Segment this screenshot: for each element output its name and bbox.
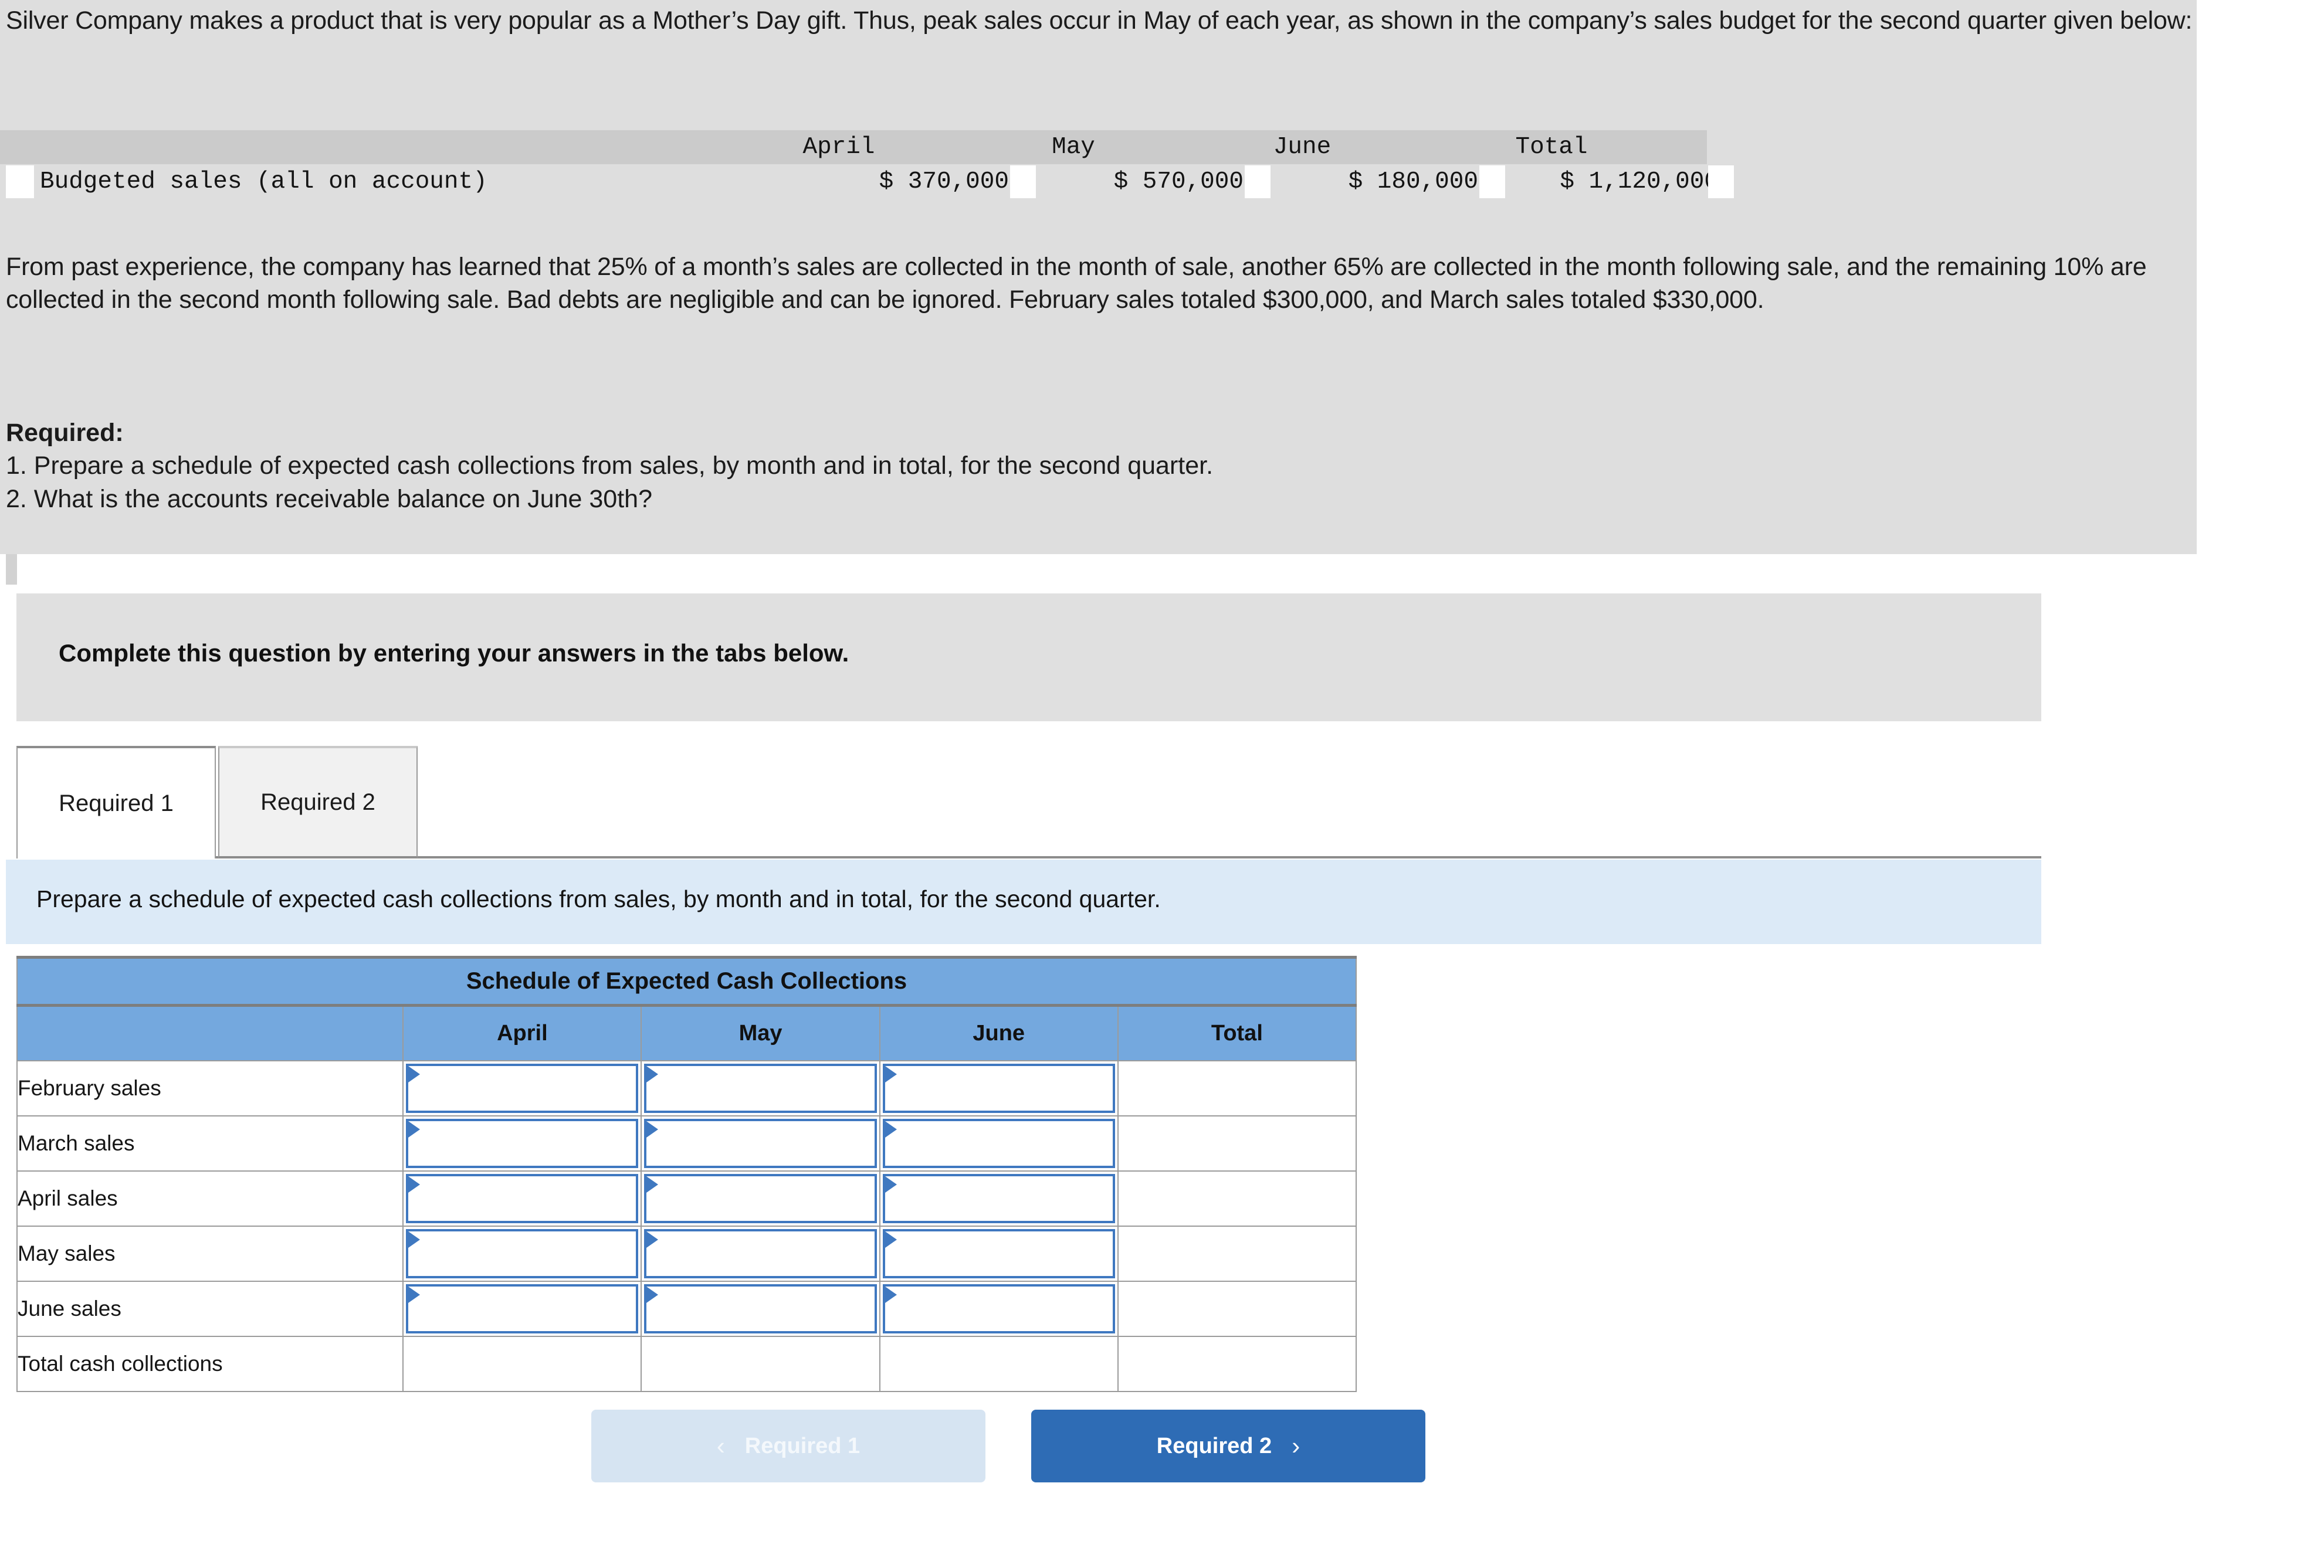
row-label-june-sales: June sales <box>16 1280 404 1337</box>
input-may-june[interactable] <box>882 1228 1115 1278</box>
input-march-may[interactable] <box>644 1118 877 1168</box>
problem-intro-text: Silver Company makes a product that is v… <box>6 6 2193 35</box>
table-row: February sales <box>16 1060 1357 1116</box>
cell-total-total <box>1117 1335 1357 1392</box>
chevron-left-icon: ‹ <box>716 1432 725 1460</box>
cell-march-june[interactable] <box>879 1115 1119 1172</box>
cell-february-april[interactable] <box>402 1060 642 1116</box>
tab-required-2-label: Required 2 <box>260 789 375 815</box>
input-march-april[interactable] <box>406 1118 639 1168</box>
budgeted-sales-table: April May June Total Budgeted sales (all… <box>0 130 1736 203</box>
cell-may-june[interactable] <box>879 1225 1119 1282</box>
input-june-june[interactable] <box>882 1284 1115 1333</box>
schedule-col-june: June <box>879 1004 1119 1061</box>
row-notch <box>6 165 34 198</box>
budget-value-total: $ 1,120,000 <box>1560 168 1719 195</box>
budget-gap-total <box>1708 165 1734 198</box>
cell-march-april[interactable] <box>402 1115 642 1172</box>
required-heading: Required: <box>6 419 124 447</box>
schedule-title-row: Schedule of Expected Cash Collections <box>16 956 1357 1006</box>
budgeted-sales-row: Budgeted sales (all on account) $ 370,00… <box>0 164 1736 201</box>
schedule-corner-cell <box>16 1004 404 1061</box>
input-march-june[interactable] <box>882 1118 1115 1168</box>
budget-value-april: $ 370,000 <box>879 168 1009 195</box>
input-april-may[interactable] <box>644 1173 877 1223</box>
input-february-may[interactable] <box>644 1063 877 1113</box>
complete-question-text: Complete this question by entering your … <box>59 639 849 667</box>
cell-june-june[interactable] <box>879 1280 1119 1337</box>
panel-left-tail-marker <box>6 554 17 585</box>
collection-policy-text: From past experience, the company has le… <box>6 253 2147 314</box>
cell-february-may[interactable] <box>641 1060 880 1116</box>
cell-april-april[interactable] <box>402 1170 642 1227</box>
table-row-total: Total cash collections <box>16 1335 1357 1392</box>
budget-col-june: June <box>1273 134 1332 161</box>
schedule-col-total: Total <box>1117 1004 1357 1061</box>
cell-june-may[interactable] <box>641 1280 880 1337</box>
input-may-may[interactable] <box>644 1228 877 1278</box>
input-may-april[interactable] <box>406 1228 639 1278</box>
row-label-april-sales: April sales <box>16 1170 404 1227</box>
cell-june-total <box>1117 1280 1357 1337</box>
required-item-1: 1. Prepare a schedule of expected cash c… <box>6 452 1214 480</box>
cell-april-total <box>1117 1170 1357 1227</box>
row-label-february-sales: February sales <box>16 1060 404 1116</box>
budgeted-sales-label: Budgeted sales (all on account) <box>40 168 487 195</box>
schedule-column-header-row: April May June Total <box>16 1004 1357 1061</box>
schedule-of-expected-cash-collections-table: Schedule of Expected Cash Collections Ap… <box>16 956 1357 1392</box>
table-row: March sales <box>16 1115 1357 1172</box>
tab-navigation-buttons: ‹ Required 1 Required 2 › <box>0 1410 2324 1486</box>
table-row: May sales <box>16 1225 1357 1282</box>
cell-total-may <box>641 1335 880 1392</box>
cell-march-total <box>1117 1115 1357 1172</box>
budget-col-may: May <box>1052 134 1095 161</box>
table-row: June sales <box>16 1280 1357 1337</box>
budget-value-june: $ 180,000 <box>1348 168 1478 195</box>
input-february-june[interactable] <box>882 1063 1115 1113</box>
tab-required-2[interactable]: Required 2 <box>218 746 418 858</box>
cell-may-april[interactable] <box>402 1225 642 1282</box>
tab-instruction-banner: Prepare a schedule of expected cash coll… <box>6 860 2041 944</box>
input-june-may[interactable] <box>644 1284 877 1333</box>
cell-february-total <box>1117 1060 1357 1116</box>
cell-total-june <box>879 1335 1119 1392</box>
row-label-march-sales: March sales <box>16 1115 404 1172</box>
problem-statement-panel: Silver Company makes a product that is v… <box>0 0 2197 554</box>
complete-question-banner: Complete this question by entering your … <box>16 593 2041 721</box>
cell-total-april <box>402 1335 642 1392</box>
tab-required-1[interactable]: Required 1 <box>16 746 216 858</box>
row-label-may-sales: May sales <box>16 1225 404 1282</box>
tab-required-1-label: Required 1 <box>59 790 174 816</box>
row-label-total-cash-collections: Total cash collections <box>16 1335 404 1392</box>
required-item-2: 2. What is the accounts receivable balan… <box>6 484 652 513</box>
input-april-april[interactable] <box>406 1173 639 1223</box>
answer-tabs: Required 1 Required 2 <box>16 746 2041 858</box>
cell-february-june[interactable] <box>879 1060 1119 1116</box>
input-april-june[interactable] <box>882 1173 1115 1223</box>
required-section: Required: 1. Prepare a schedule of expec… <box>6 416 2118 515</box>
table-row: April sales <box>16 1170 1357 1227</box>
tab-instruction-text: Prepare a schedule of expected cash coll… <box>36 885 1161 912</box>
budget-table-header-band: April May June Total <box>0 130 1707 164</box>
cell-may-may[interactable] <box>641 1225 880 1282</box>
budget-col-total: Total <box>1515 134 1588 161</box>
previous-button-label: Required 1 <box>744 1433 861 1458</box>
budget-col-april: April <box>802 134 875 161</box>
cell-may-total <box>1117 1225 1357 1282</box>
schedule-col-may: May <box>641 1004 880 1061</box>
input-june-april[interactable] <box>406 1284 639 1333</box>
next-required-2-button[interactable]: Required 2 › <box>1031 1410 1425 1482</box>
cell-april-may[interactable] <box>641 1170 880 1227</box>
cell-june-april[interactable] <box>402 1280 642 1337</box>
next-button-label: Required 2 <box>1156 1433 1272 1458</box>
input-february-april[interactable] <box>406 1063 639 1113</box>
cell-march-may[interactable] <box>641 1115 880 1172</box>
chevron-right-icon: › <box>1292 1432 1300 1460</box>
schedule-col-april: April <box>402 1004 642 1061</box>
schedule-title: Schedule of Expected Cash Collections <box>16 956 1357 1006</box>
cell-april-june[interactable] <box>879 1170 1119 1227</box>
budget-value-may: $ 570,000 <box>1113 168 1244 195</box>
previous-required-1-button[interactable]: ‹ Required 1 <box>591 1410 985 1482</box>
